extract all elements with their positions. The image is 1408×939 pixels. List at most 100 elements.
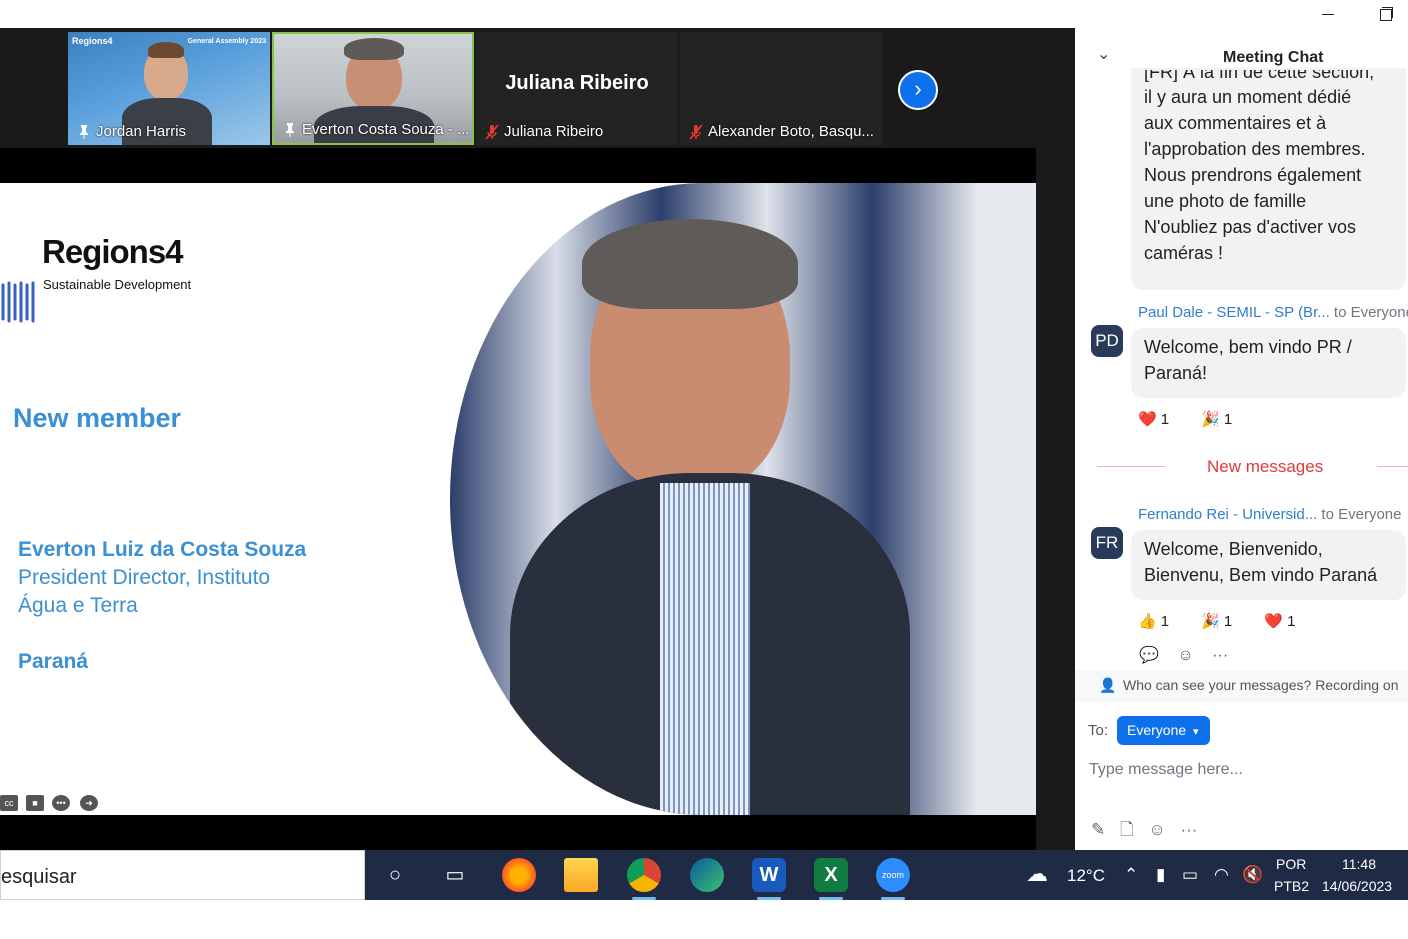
search-text: esquisar: [1, 866, 77, 888]
chat-message-line: il y aura un moment dédié: [1144, 87, 1352, 107]
shared-screen: Regions4 Sustainable Development New mem…: [0, 183, 1036, 815]
reply-icon[interactable]: 💬: [1139, 647, 1159, 664]
avatar[interactable]: PD: [1091, 325, 1123, 357]
slide-person-name: Everton Luiz da Costa Souza: [18, 538, 307, 561]
input-language[interactable]: POR: [1276, 856, 1306, 872]
reaction[interactable]: 🎉 1: [1201, 411, 1246, 428]
participant-name: Everton Costa Souza - ...: [280, 119, 470, 141]
chat-message-line: [FR] À la fin de cette section,: [1144, 70, 1375, 82]
chat-message-line: Paraná!: [1144, 363, 1208, 383]
message-actions: 💬 ☺ ···: [1139, 645, 1242, 665]
chat-message-line: N'oubliez pas d'activer vos: [1144, 217, 1356, 237]
file-explorer-icon[interactable]: [564, 858, 598, 892]
slide-person-role: President Director, Instituto: [18, 566, 271, 589]
more-icon[interactable]: •••: [52, 795, 70, 811]
regions4-logo-icon: [1, 281, 35, 323]
people-icon: 👤: [1099, 677, 1117, 693]
firefox-icon[interactable]: [502, 858, 536, 892]
more-icon[interactable]: ···: [1180, 820, 1197, 839]
chat-message-line: Bienvenu, Bem vindo Paraná: [1144, 565, 1378, 585]
participant-strip: Regions4 General Assembly 2023 Jordan Ha…: [0, 28, 1075, 148]
clock-date[interactable]: 14/06/2023: [1322, 878, 1392, 894]
participant-tile[interactable]: Juliana Ribeiro Juliana Ribeiro: [476, 32, 678, 145]
chat-sender[interactable]: Fernando Rei - Universid... to Everyone: [1138, 506, 1401, 523]
speaker-muted-icon[interactable]: 🔇: [1242, 865, 1263, 885]
minimize-icon[interactable]: [1311, 2, 1345, 26]
chat-sender-name[interactable]: Fernando Rei - Universid...: [1138, 506, 1317, 523]
chat-sender[interactable]: Paul Dale - SEMIL - SP (Br... to Everyon…: [1138, 304, 1408, 321]
mic-muted-icon: [689, 124, 703, 140]
meeting-chat-panel: ⌄ Meeting Chat [FR] À la fin de cette se…: [1075, 28, 1408, 850]
taskbar-search-box[interactable]: esquisar: [0, 850, 365, 900]
heart-icon: ❤️: [1138, 411, 1157, 428]
next-participants-button[interactable]: ›: [898, 70, 938, 110]
chevron-right-icon: ›: [914, 76, 922, 101]
chat-recipient: to Everyone: [1333, 304, 1408, 321]
meeting-margin: [1036, 148, 1075, 850]
recipient-select[interactable]: Everyone ▾: [1117, 716, 1210, 745]
window-title-bar: [0, 0, 1408, 28]
chat-title: Meeting Chat: [1223, 49, 1324, 66]
participant-tile[interactable]: Alexander Boto, Basqu...: [680, 32, 882, 145]
compose-toolbar: ✎ 🗋 ☺ ···: [1091, 817, 1207, 846]
weather-cloud-icon[interactable]: ☁: [1026, 861, 1048, 887]
chat-sender-name[interactable]: Paul Dale - SEMIL - SP (Br...: [1138, 304, 1330, 321]
pin-icon: [286, 123, 294, 137]
heart-icon: ❤️: [1264, 613, 1284, 630]
cortana-icon[interactable]: ○: [378, 858, 412, 892]
weather-temperature[interactable]: 12°C: [1067, 866, 1105, 886]
tile-event-text: General Assembly 2023: [187, 38, 266, 45]
edge-icon[interactable]: [690, 858, 724, 892]
emoji-icon[interactable]: ☺: [1148, 820, 1165, 839]
slide-logo-subtitle: Sustainable Development: [43, 277, 192, 292]
chevron-down-icon[interactable]: ⌄: [1097, 44, 1110, 64]
camera-icon[interactable]: ■: [26, 795, 44, 811]
participant-name: Juliana Ribeiro: [482, 121, 603, 143]
word-icon[interactable]: W: [752, 858, 786, 900]
avatar[interactable]: FR: [1091, 527, 1123, 559]
chat-message-line: l'approbation des membres.: [1144, 139, 1366, 159]
input-keyboard[interactable]: PTB2: [1274, 878, 1309, 894]
chat-visibility-notice[interactable]: 👤 Who can see your messages? Recording o…: [1075, 670, 1408, 702]
task-view-icon[interactable]: ▭: [438, 858, 472, 892]
reaction-count: 1: [1287, 613, 1296, 630]
cc-icon[interactable]: cc: [0, 795, 18, 811]
zoom-icon[interactable]: zoom: [876, 858, 910, 900]
windows-taskbar: esquisar ○ ▭ W X zoom ☁ 12°C ⌃ ▮ ▭ ◠ 🔇 P…: [0, 850, 1408, 900]
recipient-label: To:: [1088, 722, 1109, 739]
participant-hair: [344, 38, 404, 60]
chat-message-input[interactable]: [1089, 755, 1389, 785]
chat-recipient: to Everyone: [1321, 506, 1402, 523]
recipient-value: Everyone: [1127, 722, 1187, 738]
format-icon[interactable]: ✎: [1091, 820, 1105, 839]
slide-person-role: Água e Terra: [18, 594, 138, 617]
file-icon[interactable]: 🗋: [1120, 820, 1134, 839]
chat-message-bubble: [FR] À la fin de cette section, il y aur…: [1131, 68, 1406, 290]
chrome-icon[interactable]: [627, 858, 661, 900]
microphone-icon[interactable]: ▮: [1156, 865, 1165, 885]
participant-tile-active-speaker[interactable]: Everton Costa Souza - ...: [272, 32, 474, 145]
participant-tile[interactable]: Regions4 General Assembly 2023 Jordan Ha…: [68, 32, 270, 145]
excel-icon[interactable]: X: [814, 858, 848, 900]
reaction-count: 1: [1160, 613, 1170, 630]
chevron-up-icon[interactable]: ⌃: [1124, 865, 1138, 885]
new-messages-label: New messages: [1207, 457, 1324, 476]
tile-logo-text: Regions4: [72, 36, 113, 46]
restore-icon[interactable]: [1368, 2, 1402, 26]
arrow-right-icon[interactable]: ➜: [80, 795, 98, 811]
add-reaction-icon[interactable]: ☺: [1177, 647, 1193, 664]
reaction[interactable]: 👍 1: [1138, 613, 1183, 630]
message-reactions: ❤️ 1 🎉 1: [1138, 410, 1260, 428]
participant-name: Alexander Boto, Basqu...: [686, 121, 874, 143]
participant-name: Jordan Harris: [74, 121, 186, 143]
battery-icon[interactable]: ▭: [1182, 865, 1198, 885]
reaction[interactable]: ❤️ 1: [1264, 613, 1309, 630]
thumbs-up-icon: 👍: [1138, 613, 1157, 630]
wifi-icon[interactable]: ◠: [1214, 865, 1229, 885]
reaction[interactable]: ❤️ 1: [1138, 411, 1183, 428]
reaction[interactable]: 🎉 1: [1201, 613, 1246, 630]
pin-icon: [80, 125, 88, 139]
clock-time[interactable]: 11:48: [1342, 856, 1376, 872]
more-icon[interactable]: ···: [1212, 647, 1228, 664]
slide-heading: New member: [13, 403, 182, 433]
